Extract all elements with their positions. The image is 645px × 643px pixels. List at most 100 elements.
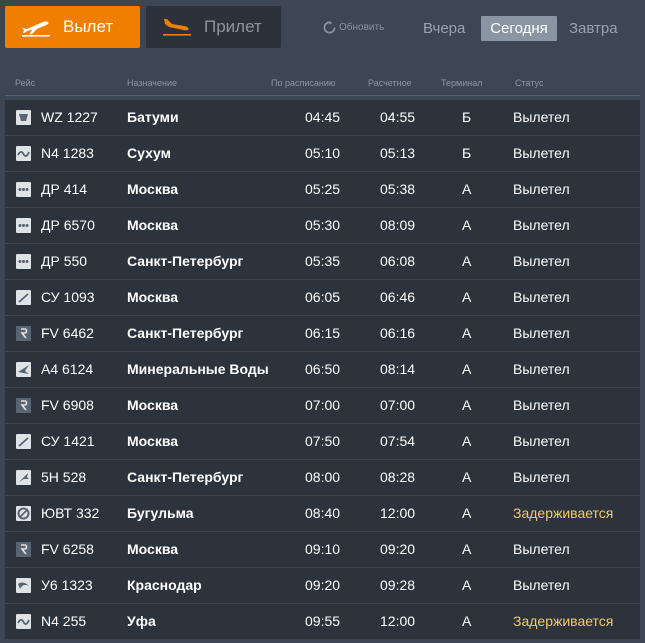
flight-row[interactable]: 5Н 528 Санкт-Петербург 08:00 08:28 А Вылетел bbox=[5, 460, 640, 495]
refresh-label: Обновить bbox=[339, 22, 385, 33]
flight-status: Вылетел bbox=[513, 469, 570, 485]
flight-scheduled-time: 07:50 bbox=[305, 433, 341, 449]
plane-landing-icon bbox=[163, 19, 191, 36]
day-yesterday[interactable]: Вчера bbox=[423, 16, 465, 41]
flight-terminal: А bbox=[462, 181, 472, 197]
flight-status: Вылетел bbox=[513, 109, 570, 125]
flight-estimated-time: 07:00 bbox=[380, 397, 416, 413]
r-logo-icon bbox=[16, 542, 31, 557]
flight-estimated-time: 06:08 bbox=[380, 253, 416, 269]
flight-terminal: А bbox=[462, 577, 472, 593]
flight-terminal: Б bbox=[462, 145, 472, 161]
ring-logo-icon bbox=[16, 506, 31, 521]
flight-scheduled-time: 07:00 bbox=[305, 397, 341, 413]
flight-number: СУ 1421 bbox=[41, 433, 95, 449]
flight-scheduled-time: 05:30 bbox=[305, 217, 341, 233]
flight-number: FV 6462 bbox=[41, 325, 94, 341]
flight-terminal: А bbox=[462, 325, 472, 341]
flight-row[interactable]: N4 255 Уфа 09:55 12:00 А Задерживается bbox=[5, 604, 640, 639]
flight-row[interactable]: ЮВТ 332 Бугульма 08:40 12:00 А Задерживается bbox=[5, 496, 640, 531]
flight-destination: Москва bbox=[127, 397, 179, 413]
tab-departures-label: Вылет bbox=[63, 17, 114, 36]
flight-number: FV 6258 bbox=[41, 541, 94, 557]
flight-row[interactable]: ДР 550 Санкт-Петербург 05:35 06:08 А Вылетел bbox=[5, 244, 640, 279]
flight-estimated-time: 12:00 bbox=[380, 613, 416, 629]
flight-status: Вылетел bbox=[513, 289, 570, 305]
flight-status: Вылетел bbox=[513, 325, 570, 341]
flight-scheduled-time: 09:10 bbox=[305, 541, 341, 557]
flight-status: Вылетел bbox=[513, 577, 570, 593]
flight-terminal: А bbox=[462, 505, 472, 521]
flight-scheduled-time: 09:55 bbox=[305, 613, 341, 629]
flight-destination: Санкт-Петербург bbox=[127, 469, 244, 485]
flight-number: ДР 414 bbox=[41, 181, 88, 197]
flight-terminal: Б bbox=[462, 109, 472, 125]
flight-destination: Батуми bbox=[127, 109, 179, 125]
flight-scheduled-time: 06:15 bbox=[305, 325, 341, 341]
wing-logo-icon bbox=[16, 362, 31, 377]
tab-arrivals[interactable]: Прилет bbox=[146, 6, 281, 48]
dots-logo-icon bbox=[16, 218, 31, 233]
flight-row[interactable]: СУ 1093 Москва 06:05 06:46 А Вылетел bbox=[5, 280, 640, 315]
flight-destination: Санкт-Петербург bbox=[127, 325, 244, 341]
flight-row[interactable]: ДР 6570 Москва 05:30 08:09 А Вылетел bbox=[5, 208, 640, 243]
flight-number: FV 6908 bbox=[41, 397, 94, 413]
flight-row[interactable]: А4 6124 Минеральные Воды 06:50 08:14 А Вылете… bbox=[5, 352, 640, 387]
flight-destination: Москва bbox=[127, 289, 179, 305]
dots-logo-icon bbox=[16, 182, 31, 197]
flights-table: WZ 1227 Батуми 04:45 04:55 Б Вылетел N4 1283 Су… bbox=[5, 100, 640, 640]
header-terminal: Терминал bbox=[441, 78, 483, 88]
day-today[interactable]: Сегодня bbox=[481, 16, 557, 41]
flight-scheduled-time: 08:40 bbox=[305, 505, 341, 521]
flight-estimated-time: 06:16 bbox=[380, 325, 416, 341]
flight-terminal: А bbox=[462, 289, 472, 305]
flight-row[interactable]: N4 1283 Сухум 05:10 05:13 Б Вылетел bbox=[5, 136, 640, 171]
tab-departures[interactable]: Вылет bbox=[5, 6, 140, 48]
flight-destination: Санкт-Петербург bbox=[127, 253, 244, 269]
flight-number: А4 6124 bbox=[41, 361, 94, 377]
flight-number: ЮВТ 332 bbox=[41, 505, 100, 521]
flight-scheduled-time: 05:35 bbox=[305, 253, 341, 269]
flight-number: СУ 1093 bbox=[41, 289, 95, 305]
flight-row[interactable]: СУ 1421 Москва 07:50 07:54 А Вылетел bbox=[5, 424, 640, 459]
plane-logo-icon bbox=[16, 470, 31, 485]
flight-status: Задерживается bbox=[513, 613, 614, 629]
flight-status: Вылетел bbox=[513, 145, 570, 161]
table-header: Рейс Назначение По расписанию Расчетное … bbox=[0, 78, 645, 90]
flight-row[interactable]: У6 1323 Краснодар 09:20 09:28 А Вылетел bbox=[5, 568, 640, 603]
flight-destination: Москва bbox=[127, 181, 179, 197]
day-tomorrow[interactable]: Завтра bbox=[569, 16, 618, 41]
flight-row[interactable]: ДР 414 Москва 05:25 05:38 А Вылетел bbox=[5, 172, 640, 207]
refresh-button[interactable]: Обновить bbox=[323, 21, 384, 34]
flight-number: 5Н 528 bbox=[41, 469, 87, 485]
flight-destination: Минеральные Воды bbox=[127, 361, 269, 377]
flight-status: Вылетел bbox=[513, 541, 570, 557]
swoosh-logo-icon bbox=[16, 578, 31, 593]
r-logo-icon bbox=[16, 398, 31, 413]
flight-status: Вылетел bbox=[513, 181, 570, 197]
flight-status: Вылетел bbox=[513, 253, 570, 269]
flight-status: Вылетел bbox=[513, 433, 570, 449]
flight-scheduled-time: 04:45 bbox=[305, 109, 341, 125]
r-logo-icon bbox=[16, 326, 31, 341]
flight-terminal: А bbox=[462, 613, 472, 629]
flight-estimated-time: 12:00 bbox=[380, 505, 416, 521]
flight-row[interactable]: FV 6462 Санкт-Петербург 06:15 06:16 А Вылетел bbox=[5, 316, 640, 351]
flight-row[interactable]: FV 6908 Москва 07:00 07:00 А Вылетел bbox=[5, 388, 640, 423]
header-flight: Рейс bbox=[15, 78, 36, 88]
wave-logo-icon bbox=[16, 146, 31, 161]
wave-logo-icon bbox=[16, 614, 31, 629]
flight-number: У6 1323 bbox=[41, 577, 93, 593]
flight-number: N4 1283 bbox=[41, 145, 94, 161]
flight-estimated-time: 06:46 bbox=[380, 289, 416, 305]
flight-scheduled-time: 09:20 bbox=[305, 577, 341, 593]
flight-terminal: А bbox=[462, 217, 472, 233]
flight-estimated-time: 05:13 bbox=[380, 145, 416, 161]
flight-row[interactable]: FV 6258 Москва 09:10 09:20 А Вылетел bbox=[5, 532, 640, 567]
flight-terminal: А bbox=[462, 361, 472, 377]
tab-arrivals-label: Прилет bbox=[204, 17, 262, 36]
plane-takeoff-icon bbox=[22, 21, 50, 37]
flight-estimated-time: 04:55 bbox=[380, 109, 416, 125]
flight-status: Задерживается bbox=[513, 505, 614, 521]
flight-row[interactable]: WZ 1227 Батуми 04:45 04:55 Б Вылетел bbox=[5, 100, 640, 135]
